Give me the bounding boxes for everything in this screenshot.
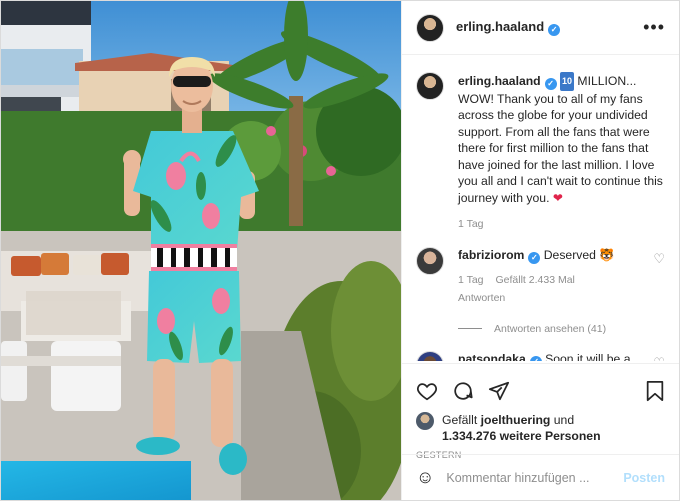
comment-text: Soon it will be a	[545, 351, 631, 361]
comment-item: patsondaka✓ Soon it will be a ♡	[416, 350, 665, 361]
post-actions: Gefällt joelthuering und 1.334.276 weite…	[402, 363, 679, 460]
heart-outline-icon[interactable]: ♡	[653, 251, 665, 267]
liked-by: Gefällt joelthuering und 1.334.276 weite…	[416, 412, 665, 444]
post-photo[interactable]	[1, 1, 401, 500]
tiger-emoji-icon: 🐯	[599, 247, 615, 262]
liked-and: und	[553, 413, 575, 427]
caption-text: MILLION... WOW! Thank you to all of my f…	[458, 74, 663, 205]
instagram-post-window: erling.haaland ✓ ••• erling.haaland ✓ 10 M…	[0, 0, 680, 501]
caption: erling.haaland ✓ 10 MILLION... WOW! Thank…	[416, 72, 665, 233]
caption-meta: 1 Tag	[458, 216, 665, 233]
verified-badge-icon: ✓	[528, 251, 541, 264]
bookmark-icon[interactable]	[645, 380, 665, 402]
comment-input[interactable]	[446, 470, 624, 485]
commenter-username[interactable]: fabriziorom	[458, 248, 524, 262]
commenter-avatar[interactable]	[416, 350, 444, 361]
heart-outline-icon[interactable]: ♡	[653, 355, 665, 361]
likes-count-link[interactable]: 1.334.276 weitere Personen	[442, 429, 601, 443]
liker-username[interactable]: joelthuering	[481, 413, 551, 427]
post-header: erling.haaland ✓ •••	[402, 1, 679, 55]
comment-meta: 1 Tag Gefällt 2.433 Mal Antworten	[458, 272, 647, 307]
red-heart-emoji-icon: ❤	[552, 190, 564, 205]
liker-avatar[interactable]	[416, 412, 434, 430]
divider-line	[458, 328, 482, 330]
comment-item: fabriziorom ✓ Deserved 🐯 1 Tag Gefällt 2.4…	[416, 246, 665, 307]
comment-likes[interactable]: Gefällt 2.433 Mal	[496, 274, 575, 286]
view-replies-label: Antworten ansehen (41)	[494, 322, 607, 335]
author-username[interactable]: erling.haaland ✓	[456, 19, 561, 36]
verified-badge-icon: ✓	[548, 23, 561, 36]
caption-avatar[interactable]	[416, 72, 444, 100]
author-avatar[interactable]	[416, 13, 444, 42]
liked-prefix: Gefällt	[442, 413, 478, 427]
action-bar	[416, 372, 665, 410]
caption-username[interactable]: erling.haaland	[458, 74, 541, 88]
post-side-panel: erling.haaland ✓ ••• erling.haaland ✓ 10 M…	[401, 1, 679, 500]
post-image	[1, 1, 401, 500]
commenter-username[interactable]: patsondaka	[458, 352, 526, 361]
share-paper-plane-icon[interactable]	[488, 380, 510, 402]
more-dots-icon[interactable]: •••	[643, 17, 665, 38]
emoji-smiley-icon[interactable]: ☺	[416, 467, 434, 488]
like-heart-icon[interactable]	[416, 380, 438, 402]
comments-list[interactable]: erling.haaland ✓ 10 MILLION... WOW! Thank…	[402, 56, 679, 361]
post-comment-button[interactable]: Posten	[623, 471, 665, 485]
commenter-avatar[interactable]	[416, 246, 444, 275]
caption-time[interactable]: 1 Tag	[458, 218, 484, 230]
comment-time[interactable]: 1 Tag	[458, 274, 484, 286]
verified-badge-icon: ✓	[529, 356, 542, 361]
comment-box: ☺ Posten	[402, 454, 679, 500]
reply-link[interactable]: Antworten	[458, 292, 505, 304]
view-replies-button[interactable]: Antworten ansehen (41)	[458, 323, 665, 335]
comment-bubble-icon[interactable]	[452, 380, 474, 402]
verified-badge-icon: ✓	[544, 78, 557, 91]
comment-text: Deserved	[543, 247, 596, 262]
keycap-ten-emoji-icon: 10	[560, 72, 575, 91]
